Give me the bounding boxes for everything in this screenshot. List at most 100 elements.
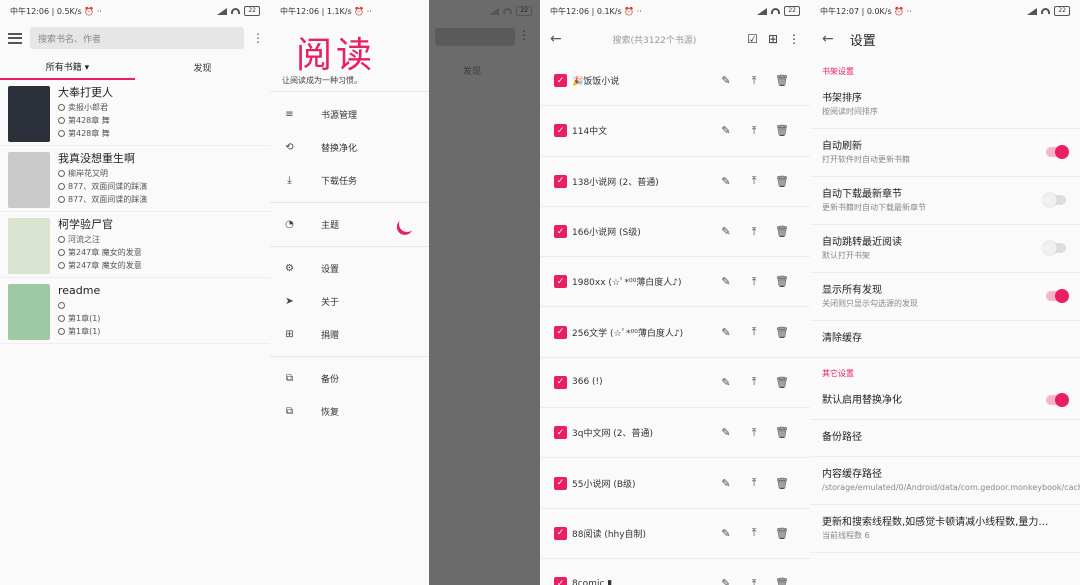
move-to-top-icon[interactable]: ⤒ — [740, 526, 768, 540]
setting-item[interactable]: 自动跳转最近阅读 默认打开书架 — [810, 225, 1080, 273]
drawer-item[interactable]: ≡ 书源管理 — [270, 98, 429, 131]
drawer-item[interactable]: ⤓ 下载任务 — [270, 164, 429, 197]
menu-icon[interactable] — [8, 32, 22, 44]
source-row[interactable]: ✓ 256文学 (☆ﾟ*⁰⁰薄白度人♪) ✎ ⤒ 🗑 — [540, 307, 810, 358]
select-all-icon[interactable]: ☑ — [747, 32, 758, 46]
move-to-top-icon[interactable]: ⤒ — [740, 375, 768, 389]
drawer-scrim[interactable]: 22 ⋮ 发现 — [429, 0, 540, 585]
source-checkbox[interactable]: ✓ — [554, 325, 567, 339]
source-search-input[interactable]: 搜索(共3122个书源) — [572, 33, 737, 46]
source-checkbox[interactable]: ✓ — [554, 124, 567, 138]
source-row[interactable]: ✓ 8comic ▮ ✎ ⤒ 🗑 — [540, 559, 810, 585]
qr-scan-icon[interactable]: ⊞ — [768, 32, 778, 46]
search-input[interactable]: 搜索书名、作者 — [30, 27, 244, 49]
setting-item[interactable]: 内容缓存路径/storage/emulated/0/Android/data/c… — [810, 457, 1080, 505]
move-to-top-icon[interactable]: ⤒ — [740, 124, 768, 138]
source-row[interactable]: ✓ 🎉饭饭小说 ✎ ⤒ 🗑 — [540, 56, 810, 107]
delete-icon[interactable]: 🗑 — [768, 326, 796, 339]
book-item[interactable]: 我真没想重生啊 柳岸花又明 877、双面间谍的踩演 877、双面间谍的踩演 — [0, 146, 270, 212]
drawer-item-icon: ⟲ — [285, 142, 294, 153]
edit-icon[interactable]: ✎ — [712, 74, 740, 87]
setting-item[interactable]: 默认启用替换净化 — [810, 383, 1080, 420]
drawer-item[interactable]: ⊞ 捐赠 — [270, 318, 429, 351]
delete-icon[interactable]: 🗑 — [768, 527, 796, 540]
drawer-item[interactable]: ⧉ 备份 — [270, 362, 429, 395]
source-checkbox[interactable]: ✓ — [554, 275, 567, 289]
setting-item[interactable]: 书架排序 按阅读时间排序 — [810, 81, 1080, 129]
delete-icon[interactable]: 🗑 — [768, 477, 796, 490]
toggle-switch[interactable] — [1046, 288, 1069, 303]
toggle-switch[interactable] — [1046, 393, 1069, 407]
source-row[interactable]: ✓ 88阅读 (hhy自制) ✎ ⤒ 🗑 — [540, 509, 810, 559]
status-text: 中午12:06 | 1.1K/s ⏰ ·· — [280, 6, 372, 16]
edit-icon[interactable]: ✎ — [712, 275, 740, 288]
night-mode-icon[interactable] — [397, 214, 418, 235]
source-checkbox[interactable]: ✓ — [554, 174, 567, 188]
setting-item[interactable]: 备份路径 — [810, 420, 1080, 457]
source-checkbox[interactable]: ✓ — [554, 426, 567, 440]
drawer-item[interactable]: ⚙ 设置 — [270, 252, 429, 285]
setting-item[interactable]: 自动下载最新章节 更新书籍时自动下载最新章节 — [810, 177, 1080, 225]
setting-subtitle: 默认打开书架 — [822, 250, 870, 260]
delete-icon[interactable]: 🗑 — [768, 175, 796, 188]
edit-icon[interactable]: ✎ — [712, 527, 740, 540]
source-row[interactable]: ✓ 1980xx (☆ﾟ*⁰⁰薄白度人♪) ✎ ⤒ 🗑 — [540, 257, 810, 308]
delete-icon[interactable]: 🗑 — [768, 275, 796, 288]
book-item[interactable]: readme 第1章(1) 第1章(1) — [0, 278, 270, 344]
back-arrow-icon[interactable]: ← — [550, 31, 562, 47]
drawer-item[interactable]: ⟲ 替换净化 — [270, 131, 429, 164]
tab-all-books[interactable]: 所有书籍 ▾ — [0, 54, 135, 80]
delete-icon[interactable]: 🗑 — [768, 74, 796, 87]
move-to-top-icon[interactable]: ⤒ — [740, 275, 768, 289]
delete-icon[interactable]: 🗑 — [768, 577, 796, 585]
edit-icon[interactable]: ✎ — [712, 477, 740, 490]
tab-discover[interactable]: 发现 — [135, 54, 270, 80]
back-arrow-icon[interactable]: ← — [822, 31, 834, 47]
move-to-top-icon[interactable]: ⤒ — [740, 577, 768, 585]
delete-icon[interactable]: 🗑 — [768, 225, 796, 238]
delete-icon[interactable]: 🗑 — [768, 376, 796, 389]
delete-icon[interactable]: 🗑 — [768, 124, 796, 137]
setting-item[interactable]: 自动刷新 打开软件时自动更新书籍 — [810, 129, 1080, 177]
move-to-top-icon[interactable]: ⤒ — [740, 325, 768, 339]
source-row[interactable]: ✓ 366 (!) ✎ ⤒ 🗑 — [540, 358, 810, 409]
toggle-switch[interactable] — [1043, 240, 1066, 255]
edit-icon[interactable]: ✎ — [712, 175, 740, 188]
move-to-top-icon[interactable]: ⤒ — [740, 476, 768, 490]
source-row[interactable]: ✓ 3q中文网 (2、普通) ✎ ⤒ 🗑 — [540, 408, 810, 459]
delete-icon[interactable]: 🗑 — [768, 426, 796, 439]
source-row[interactable]: ✓ 166小说网 (S级) ✎ ⤒ 🗑 — [540, 207, 810, 258]
toggle-switch[interactable] — [1043, 192, 1066, 207]
book-item[interactable]: 柯学验尸官 河流之汪 第247章 魔女的发意 第247章 魔女的发意 — [0, 212, 270, 278]
setting-item[interactable]: 更新和搜索线程数,如感觉卡顿请减小线程数,量力… 当前线程数 6 — [810, 505, 1080, 553]
source-checkbox[interactable]: ✓ — [554, 526, 567, 540]
drawer-item-theme[interactable]: ◔ 主题 — [270, 208, 429, 241]
edit-icon[interactable]: ✎ — [712, 426, 740, 439]
source-checkbox[interactable]: ✓ — [554, 225, 567, 239]
book-item[interactable]: 大奉打更人 卖报小郎君 第428章 舞第428章 舞 — [0, 80, 270, 146]
source-row[interactable]: ✓ 114中文 ✎ ⤒ 🗑 — [540, 106, 810, 157]
source-checkbox[interactable]: ✓ — [554, 74, 567, 88]
drawer-item[interactable]: ➤ 关于 — [270, 285, 429, 318]
source-checkbox[interactable]: ✓ — [554, 375, 567, 389]
more-options-icon[interactable]: ⋮ — [252, 32, 264, 44]
move-to-top-icon[interactable]: ⤒ — [740, 225, 768, 239]
move-to-top-icon[interactable]: ⤒ — [740, 174, 768, 188]
edit-icon[interactable]: ✎ — [712, 577, 740, 585]
edit-icon[interactable]: ✎ — [712, 326, 740, 339]
toggle-switch[interactable] — [1046, 144, 1069, 159]
setting-item[interactable]: 显示所有发现 关闭则只显示勾选源的发现 — [810, 273, 1080, 321]
source-checkbox[interactable]: ✓ — [554, 577, 567, 585]
move-to-top-icon[interactable]: ⤒ — [740, 426, 768, 440]
move-to-top-icon[interactable]: ⤒ — [740, 74, 768, 88]
source-checkbox[interactable]: ✓ — [554, 476, 567, 490]
dimmed-more-icon: ⋮ — [518, 28, 530, 42]
edit-icon[interactable]: ✎ — [712, 225, 740, 238]
edit-icon[interactable]: ✎ — [712, 124, 740, 137]
edit-icon[interactable]: ✎ — [712, 376, 740, 389]
setting-item[interactable]: 清除缓存 — [810, 321, 1080, 358]
source-row[interactable]: ✓ 55小说网 (B级) ✎ ⤒ 🗑 — [540, 458, 810, 509]
more-options-icon[interactable]: ⋮ — [788, 32, 800, 46]
drawer-item[interactable]: ⧉ 恢复 — [270, 395, 429, 428]
source-row[interactable]: ✓ 138小说网 (2、普通) ✎ ⤒ 🗑 — [540, 157, 810, 207]
